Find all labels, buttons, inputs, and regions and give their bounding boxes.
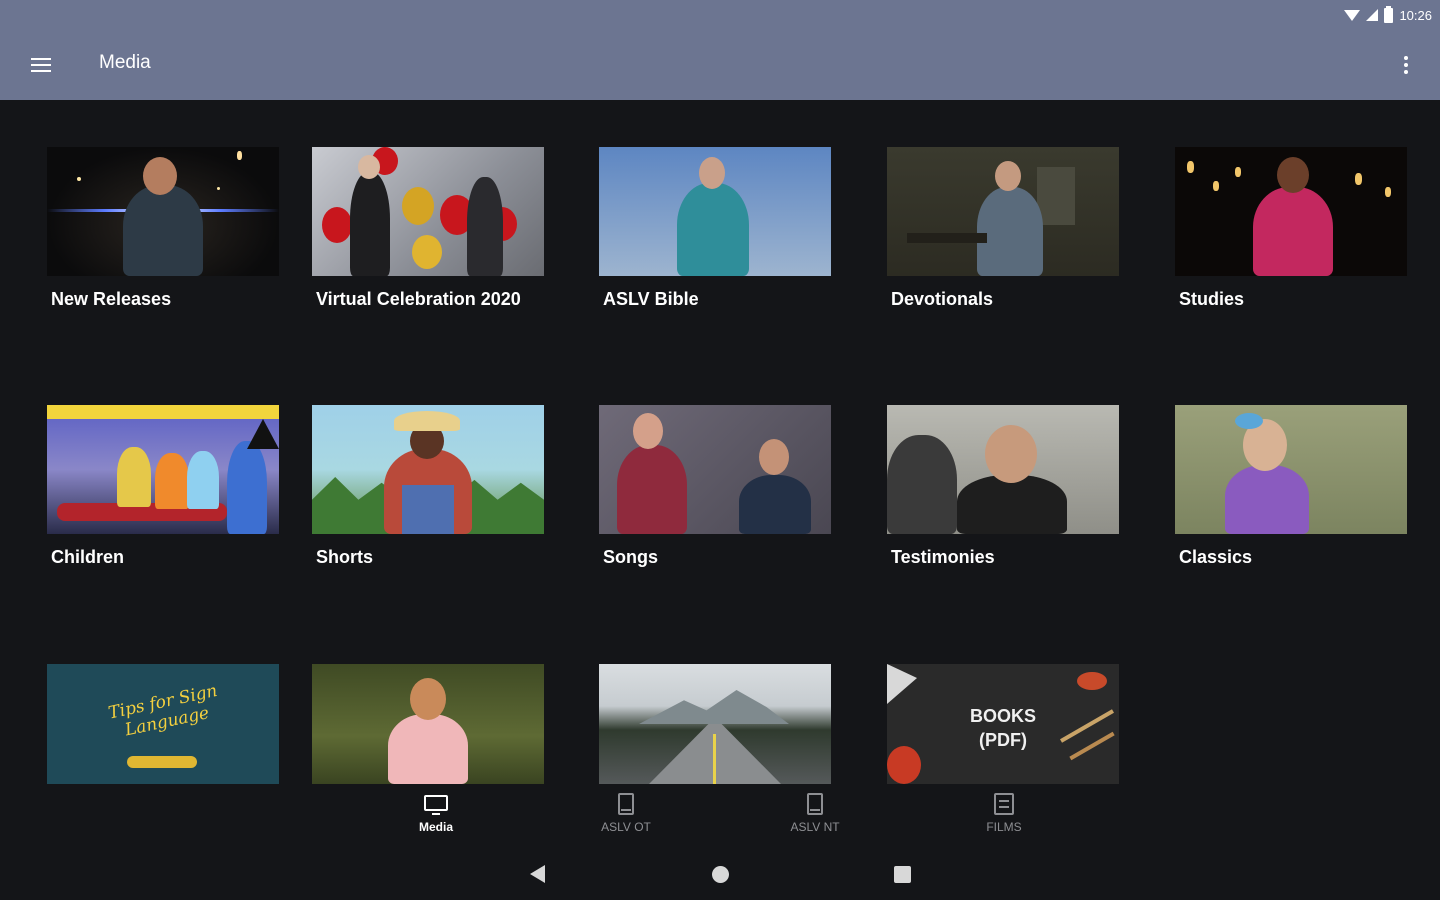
tile-label: Classics bbox=[1179, 547, 1253, 567]
tile-new-releases[interactable]: New Releases bbox=[47, 147, 279, 309]
tile-thumbnail bbox=[47, 405, 279, 534]
books-text-line1: BOOKS bbox=[969, 706, 1036, 726]
tile-children[interactable]: Children bbox=[47, 405, 279, 567]
tile-label: Studies bbox=[1179, 289, 1245, 309]
tile-label: Virtual Celebration 2020 bbox=[316, 289, 521, 309]
tile-label: Children bbox=[51, 547, 125, 567]
tile-thumbnail bbox=[599, 147, 831, 276]
tile-tips-sign-language[interactable]: Tips for Sign Language bbox=[47, 664, 279, 784]
nav-item-aslv-ot[interactable]: ASLV OT bbox=[566, 793, 686, 843]
menu-button[interactable] bbox=[18, 50, 64, 80]
signal-icon bbox=[1366, 9, 1379, 21]
tile-art-text: BOOKS (PDF) bbox=[957, 704, 1049, 752]
system-back-button[interactable] bbox=[522, 862, 552, 886]
tile-art-text: Tips for Sign Language bbox=[106, 680, 220, 741]
film-icon bbox=[992, 793, 1016, 815]
nav-item-aslv-nt[interactable]: ASLV NT bbox=[755, 793, 875, 843]
page-title: Media bbox=[99, 52, 151, 73]
tile-virtual-celebration[interactable]: Virtual Celebration 2020 bbox=[312, 147, 544, 309]
tile-songs[interactable]: Songs bbox=[599, 405, 831, 567]
tile-classics[interactable]: Classics bbox=[1175, 405, 1407, 567]
nav-label: ASLV OT bbox=[601, 820, 651, 834]
battery-icon bbox=[1384, 5, 1394, 23]
tile-thumbnail bbox=[1175, 147, 1407, 276]
tile-thumbnail bbox=[1175, 405, 1407, 534]
hamburger-icon bbox=[31, 58, 51, 72]
recents-icon bbox=[893, 865, 911, 883]
tile-thumbnail bbox=[887, 405, 1119, 534]
tile-thumbnail bbox=[599, 405, 831, 534]
book-icon bbox=[614, 793, 638, 815]
bottom-navigation: Media ASLV OT ASLV NT FILMS bbox=[0, 785, 1440, 845]
nav-item-films[interactable]: FILMS bbox=[944, 793, 1064, 843]
tile-thumbnail: BOOKS (PDF) bbox=[887, 664, 1119, 784]
nav-label: FILMS bbox=[986, 820, 1022, 834]
tile-film-road[interactable] bbox=[599, 664, 831, 784]
tile-thumbnail bbox=[312, 147, 544, 276]
wifi-icon bbox=[1344, 9, 1361, 21]
tile-thumbnail bbox=[312, 664, 544, 784]
back-icon bbox=[529, 865, 545, 883]
tile-label: New Releases bbox=[51, 289, 172, 309]
books-text-line2: (PDF) bbox=[979, 730, 1027, 750]
tile-label: ASLV Bible bbox=[603, 289, 699, 309]
tile-books-pdf[interactable]: BOOKS (PDF) bbox=[887, 664, 1119, 784]
tile-devotionals[interactable]: Devotionals bbox=[887, 147, 1119, 309]
tile-label: Songs bbox=[603, 547, 659, 567]
status-time: 10:26 bbox=[1399, 7, 1432, 23]
home-icon bbox=[711, 865, 729, 883]
app-bar: Media bbox=[0, 30, 1440, 100]
nav-label: Media bbox=[418, 820, 453, 834]
tile-label: Testimonies bbox=[891, 547, 995, 567]
tile-thumbnail bbox=[887, 147, 1119, 276]
overflow-menu-button[interactable] bbox=[1394, 48, 1418, 82]
system-home-button[interactable] bbox=[705, 862, 735, 886]
tile-label: Devotionals bbox=[891, 289, 994, 309]
tile-shorts[interactable]: Shorts bbox=[312, 405, 544, 567]
tile-testimonies[interactable]: Testimonies bbox=[887, 405, 1119, 567]
nav-label: ASLV NT bbox=[790, 820, 840, 834]
book-icon bbox=[803, 793, 827, 815]
tile-thumbnail bbox=[312, 405, 544, 534]
tv-icon bbox=[424, 793, 448, 815]
tile-thumbnail bbox=[47, 147, 279, 276]
tile-thumbnail: Tips for Sign Language bbox=[47, 664, 279, 784]
media-screen: 10:26 Media New Releases Virtual Celebra… bbox=[0, 0, 1440, 900]
system-navigation-bar bbox=[0, 850, 1440, 900]
tile-aslv-bible[interactable]: ASLV Bible bbox=[599, 147, 831, 309]
more-vert-icon bbox=[1404, 56, 1408, 60]
system-recents-button[interactable] bbox=[887, 862, 917, 886]
tile-thumbnail bbox=[599, 664, 831, 784]
nav-item-media[interactable]: Media bbox=[376, 793, 496, 843]
tile-label: Shorts bbox=[316, 547, 374, 567]
status-bar: 10:26 bbox=[0, 0, 1440, 30]
tile-studies[interactable]: Studies bbox=[1175, 147, 1407, 309]
tile-film-forest[interactable] bbox=[312, 664, 544, 784]
status-icons: 10:26 bbox=[1344, 5, 1432, 24]
